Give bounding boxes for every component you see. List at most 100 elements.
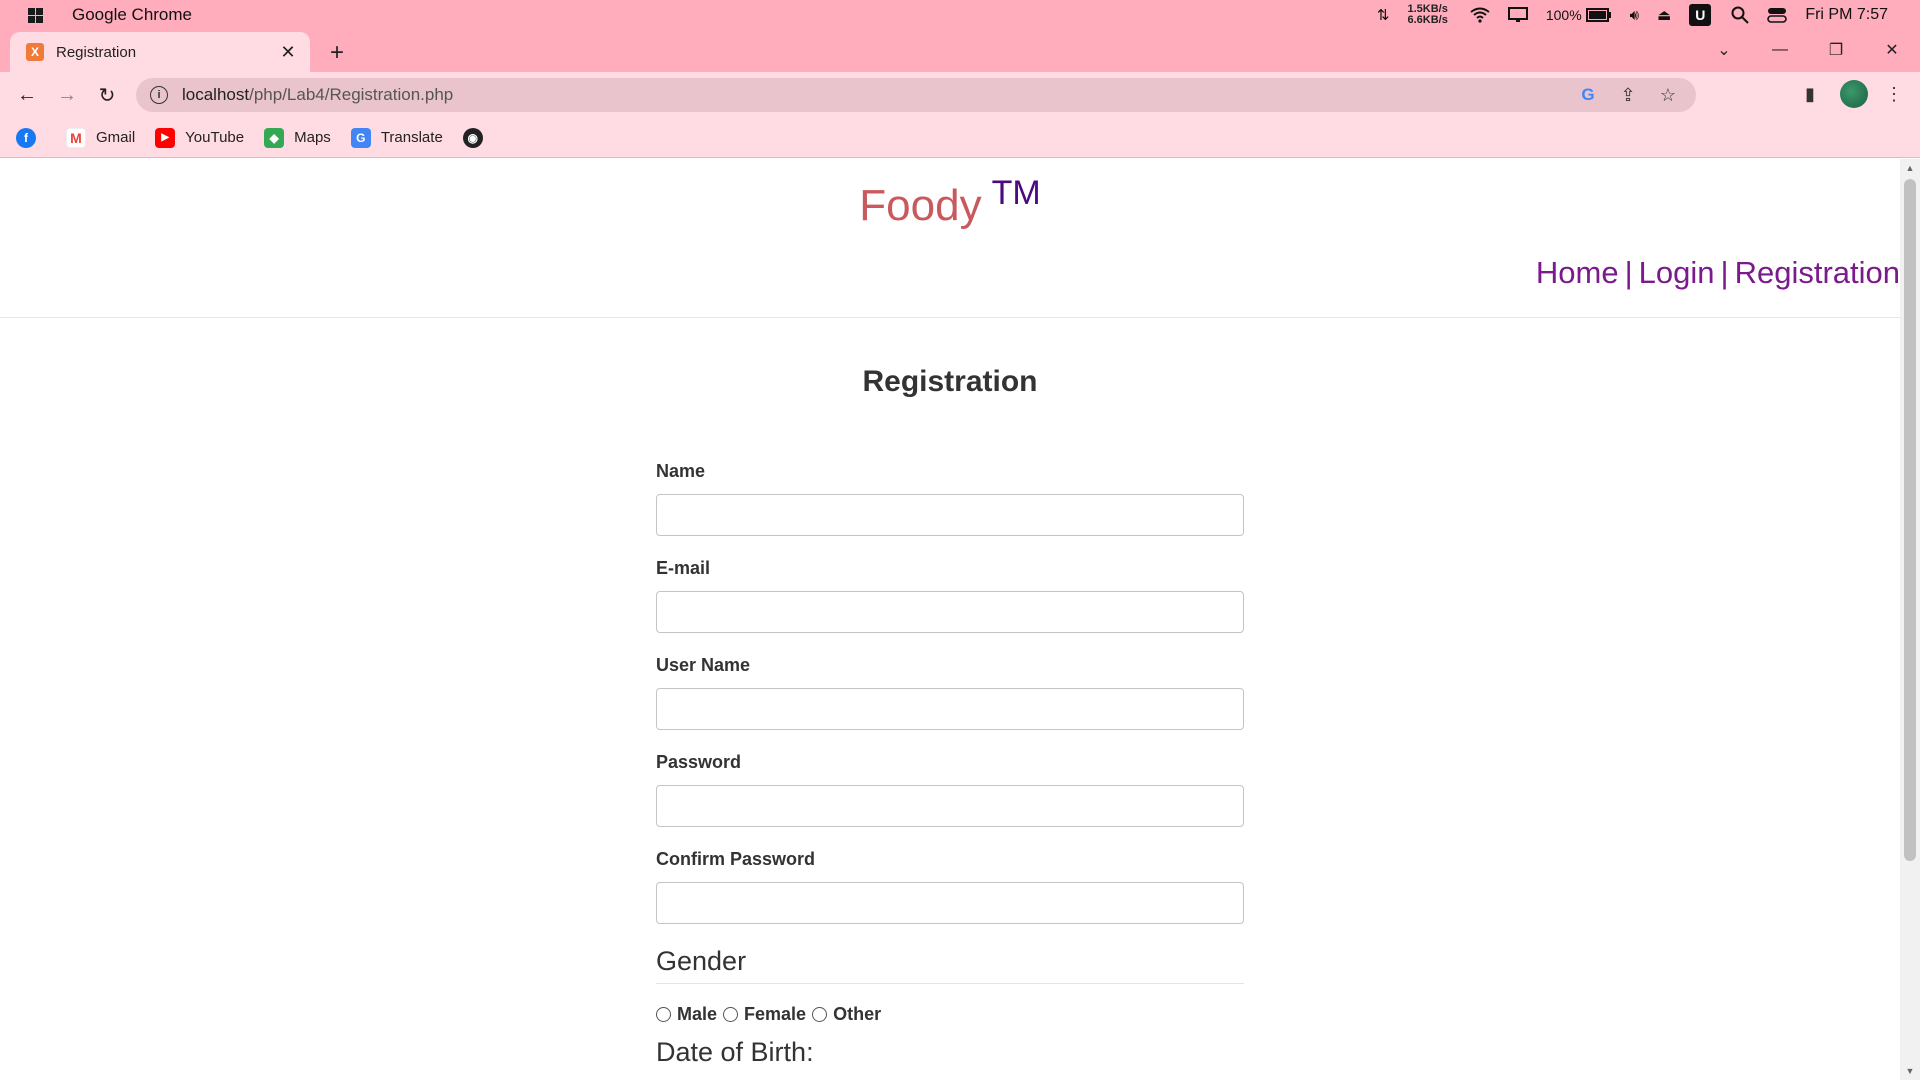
nav-separator: | [1720,255,1729,290]
gender-female-option[interactable]: Female [723,1004,806,1025]
clock: Fri PM 7:57 [1805,6,1888,23]
confirm-password-label: Confirm Password [656,849,816,869]
restore-icon[interactable]: ❐ [1808,30,1864,70]
name-input[interactable] [656,494,1244,536]
confirm-password-input[interactable] [656,882,1244,924]
bookmark-globe[interactable]: ◉ [462,127,483,148]
confirm-password-field-group: Confirm Password [656,849,1244,924]
url-text[interactable]: localhost/php/Lab4/Registration.php [182,85,1562,105]
menu-kebab-icon[interactable]: ⋮ [1880,80,1908,108]
gender-female-radio[interactable] [723,1007,739,1022]
translate-icon: G [350,127,371,148]
gender-other-radio[interactable] [812,1007,828,1022]
page-scrollbar[interactable]: ▲ ▼ [1900,159,1920,1080]
side-panel-icon[interactable]: ▮ [1796,80,1824,108]
gender-female-label: Female [744,1004,807,1024]
gender-male-option[interactable]: Male [656,1004,717,1025]
brand-name: Foody [859,181,982,230]
scroll-up-icon[interactable]: ▲ [1900,159,1920,177]
bookmark-star-icon[interactable]: ☆ [1654,81,1682,109]
windows-start-icon[interactable] [28,8,43,23]
page-content: Foody TM Home | Login | Registration Registra… [0,159,1900,1080]
gender-male-radio[interactable] [656,1007,671,1022]
nav-login-link[interactable]: Login [1639,255,1715,290]
system-title-bar: Google Chrome ⇅ 1.5KB/s 6.6KB/s 100% 🔊︎ … [0,0,1920,30]
tab-search-chevron-icon[interactable]: ⌄ [1696,30,1752,70]
net-down-text: 6.6KB/s [1407,14,1448,26]
u-app-icon[interactable]: U [1689,4,1712,26]
bookmark-youtube[interactable]: ▶ YouTube [155,127,245,148]
brand-trademark: TM [991,174,1041,212]
password-field-group: Password [656,752,1244,827]
bookmark-label: YouTube [185,129,245,146]
email-input[interactable] [656,591,1244,633]
url-host: localhost [182,85,250,104]
volume-icon[interactable]: 🔊︎ [1630,7,1639,24]
header-divider [0,317,1900,318]
nav-home-link[interactable]: Home [1536,255,1619,290]
password-input[interactable] [656,785,1244,827]
bookmark-gmail[interactable]: M Gmail [66,127,136,148]
scrollbar-thumb[interactable] [1904,179,1916,861]
bookmark-maps[interactable]: ◆ Maps [264,127,331,148]
maps-icon: ◆ [264,127,285,148]
system-tray: ⇅ 1.5KB/s 6.6KB/s 100% 🔊︎ ⏏ U Fri PM 7:5… [1377,0,1920,30]
wifi-icon[interactable] [1470,7,1490,23]
reload-icon[interactable]: ↻ [92,80,122,110]
battery-icon[interactable] [1585,7,1612,23]
gender-male-label: Male [677,1004,718,1024]
close-window-icon[interactable]: ✕ [1864,30,1920,70]
address-bar[interactable]: i localhost/php/Lab4/Registration.php G … [136,78,1696,112]
facebook-icon: f [16,127,36,148]
control-center-icon[interactable] [1767,7,1788,23]
bookmark-facebook[interactable]: f [16,127,46,148]
profile-avatar[interactable] [1840,80,1868,108]
username-field-group: User Name [656,655,1244,730]
app-name: Google Chrome [72,5,193,24]
window-controls: ⌄ — ❐ ✕ [1696,30,1920,70]
nav-separator: | [1624,255,1633,290]
youtube-icon: ▶ [155,127,176,148]
site-nav: Home | Login | Registration [1536,255,1900,291]
search-icon[interactable] [1731,6,1750,24]
bookmark-label: Maps [294,129,331,146]
bookmark-translate[interactable]: G Translate [350,127,443,148]
password-label: Password [656,752,742,772]
nav-registration-link[interactable]: Registration [1735,255,1900,290]
username-input[interactable] [656,688,1244,730]
share-icon[interactable]: ⇪ [1614,81,1642,109]
battery-text: 100% [1545,7,1582,23]
close-tab-icon[interactable]: ✕ [276,40,300,64]
gender-other-option[interactable]: Other [812,1004,881,1025]
tab-strip: X Registration ✕ + ⌄ — ❐ ✕ [0,30,1920,72]
xampp-favicon-icon: X [26,43,44,61]
bookmark-label: Translate [380,129,443,146]
minimize-icon[interactable]: — [1752,30,1808,70]
scroll-down-icon[interactable]: ▼ [1900,1062,1920,1080]
email-field-group: E-mail [656,558,1244,633]
username-label: User Name [656,655,751,675]
email-label: E-mail [656,558,711,578]
tab-title: Registration [56,43,137,61]
gender-legend: Gender [656,946,1244,984]
tab-registration[interactable]: X Registration ✕ [10,32,310,72]
globe-icon: ◉ [462,127,483,148]
name-label: Name [656,461,706,481]
gender-other-label: Other [833,1004,882,1024]
display-icon[interactable] [1507,7,1528,23]
forward-icon[interactable]: → [52,80,82,110]
new-tab-icon[interactable]: + [322,38,352,68]
back-icon[interactable]: ← [12,80,42,110]
sync-icon[interactable]: ⇅ [1377,6,1390,24]
google-lens-icon[interactable]: G [1574,81,1602,109]
browser-toolbar: ← → ↻ i localhost/php/Lab4/Registration.… [0,72,1920,118]
site-info-icon[interactable]: i [150,86,168,104]
registration-form: Name E-mail User Name Password Confirm P… [656,461,1244,1068]
site-brand: Foody TM [0,174,1900,231]
dob-legend: Date of Birth: [656,1037,814,1067]
form-title: Registration [862,365,1038,398]
eject-icon[interactable]: ⏏ [1657,6,1671,24]
name-field-group: Name [656,461,1244,536]
gender-radio-group: Male Female Other [656,1004,1244,1025]
bookmark-label: Gmail [96,129,136,146]
